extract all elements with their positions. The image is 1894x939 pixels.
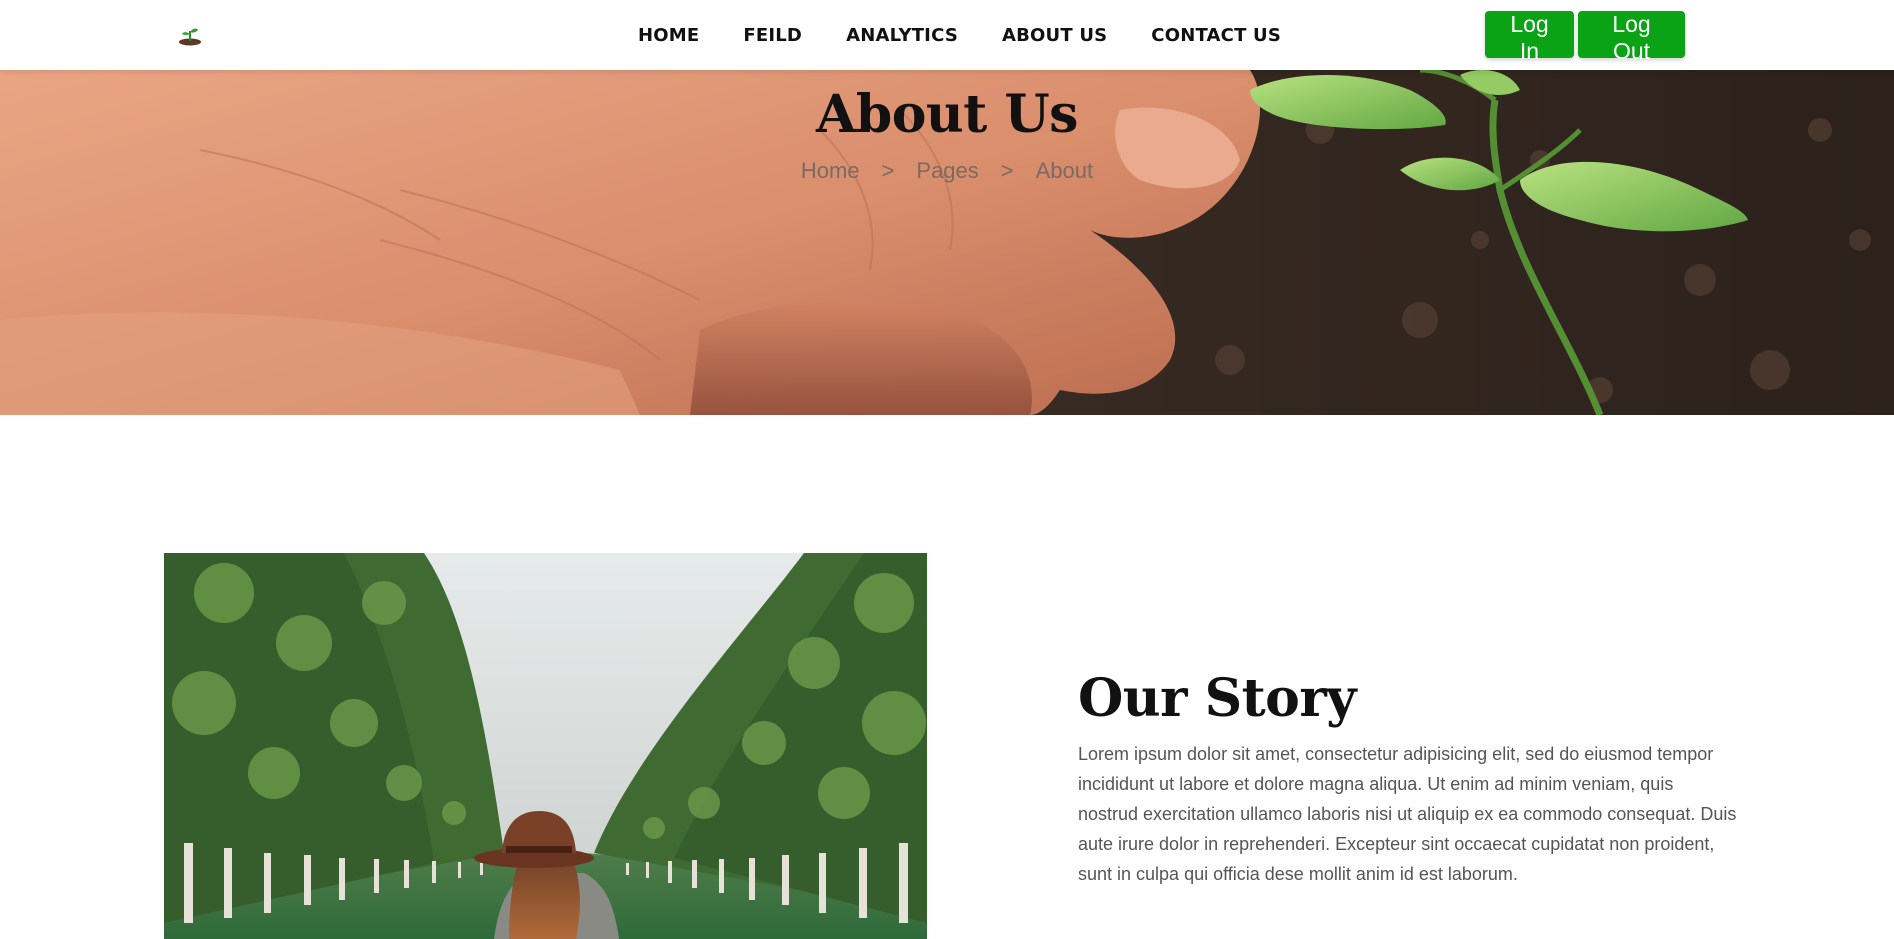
breadcrumb-home-link[interactable]: Home — [801, 158, 860, 184]
story-heading: Our Story — [1078, 668, 1356, 729]
nav-home-link[interactable]: HOME — [638, 25, 699, 46]
breadcrumb: Home > Pages > About — [0, 158, 1894, 184]
nav-field-link[interactable]: FEILD — [743, 25, 802, 46]
login-button[interactable]: Log In — [1485, 11, 1574, 64]
story-paragraph: Lorem ipsum dolor sit amet, consectetur … — [1078, 744, 1737, 884]
story-image — [164, 553, 927, 939]
nav-contact-us-link[interactable]: CONTACT US — [1151, 25, 1281, 46]
nav-analytics-link[interactable]: ANALYTICS — [846, 25, 958, 46]
breadcrumb-current: About — [1035, 158, 1094, 183]
hero-banner: About Us Home > Pages > About — [0, 70, 1894, 415]
breadcrumb-separator: > — [881, 158, 895, 183]
main-nav: HOME FEILD ANALYTICS ABOUT US CONTACT US — [638, 0, 1281, 70]
breadcrumb-pages-link[interactable]: Pages — [916, 158, 978, 184]
top-navbar: HOME FEILD ANALYTICS ABOUT US CONTACT US… — [0, 0, 1894, 70]
auth-buttons: Log In Log Out — [1485, 11, 1685, 64]
nav-about-us-link[interactable]: ABOUT US — [1002, 25, 1107, 46]
breadcrumb-separator: > — [1000, 158, 1014, 183]
page-title: About Us — [816, 84, 1078, 145]
sprout-logo-icon[interactable] — [176, 23, 204, 47]
logout-button[interactable]: Log Out — [1578, 11, 1685, 64]
